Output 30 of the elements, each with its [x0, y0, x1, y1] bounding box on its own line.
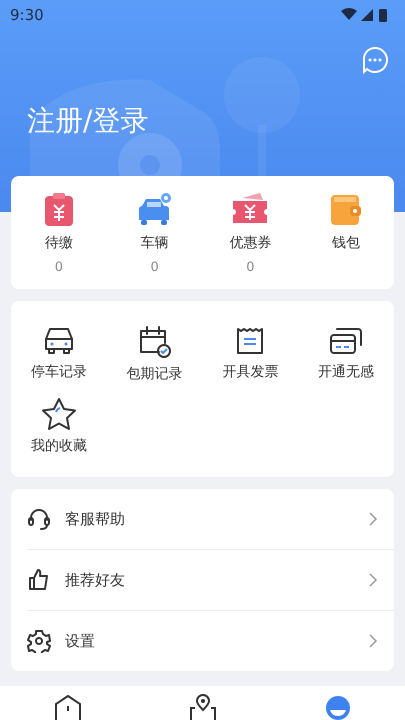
service-label[interactable]: 开具发票 — [222, 363, 278, 381]
asset-label[interactable]: 车辆 — [140, 234, 169, 252]
service-label[interactable]: 包期记录 — [126, 365, 183, 383]
home-icon — [52, 694, 82, 720]
thumbs-up-icon — [27, 568, 51, 592]
service-label[interactable]: 停车记录 — [30, 363, 87, 381]
chevron-icon — [368, 511, 378, 527]
asset-count: 0 — [54, 260, 64, 275]
nav-tab[interactable] — [188, 692, 218, 720]
asset-count: 0 — [246, 260, 255, 275]
bill-icon — [42, 192, 75, 228]
asset-label[interactable]: 钱包 — [332, 234, 360, 252]
asset-label[interactable]: 优惠券 — [229, 234, 272, 252]
menu-item[interactable]: 设置 — [65, 632, 368, 650]
chevron-icon — [368, 572, 378, 588]
menu-item[interactable]: 客服帮助 — [65, 510, 368, 528]
chat-icon[interactable] — [361, 46, 389, 74]
headset-icon — [27, 507, 51, 531]
status-time: 9:30 — [10, 6, 44, 24]
menu-item[interactable]: 推荐好友 — [65, 570, 368, 590]
asset-count: 0 — [150, 260, 159, 275]
asset-label[interactable]: 待缴 — [44, 234, 73, 252]
service-label[interactable]: 我的收藏 — [30, 437, 87, 455]
settings-icon — [27, 629, 51, 653]
cards-icon — [328, 325, 364, 357]
map-pin-icon — [188, 694, 218, 720]
star-icon — [40, 397, 77, 431]
chevron-icon — [368, 633, 378, 649]
nav-tab[interactable] — [52, 692, 82, 720]
service-label[interactable]: 开通无感 — [318, 363, 374, 381]
